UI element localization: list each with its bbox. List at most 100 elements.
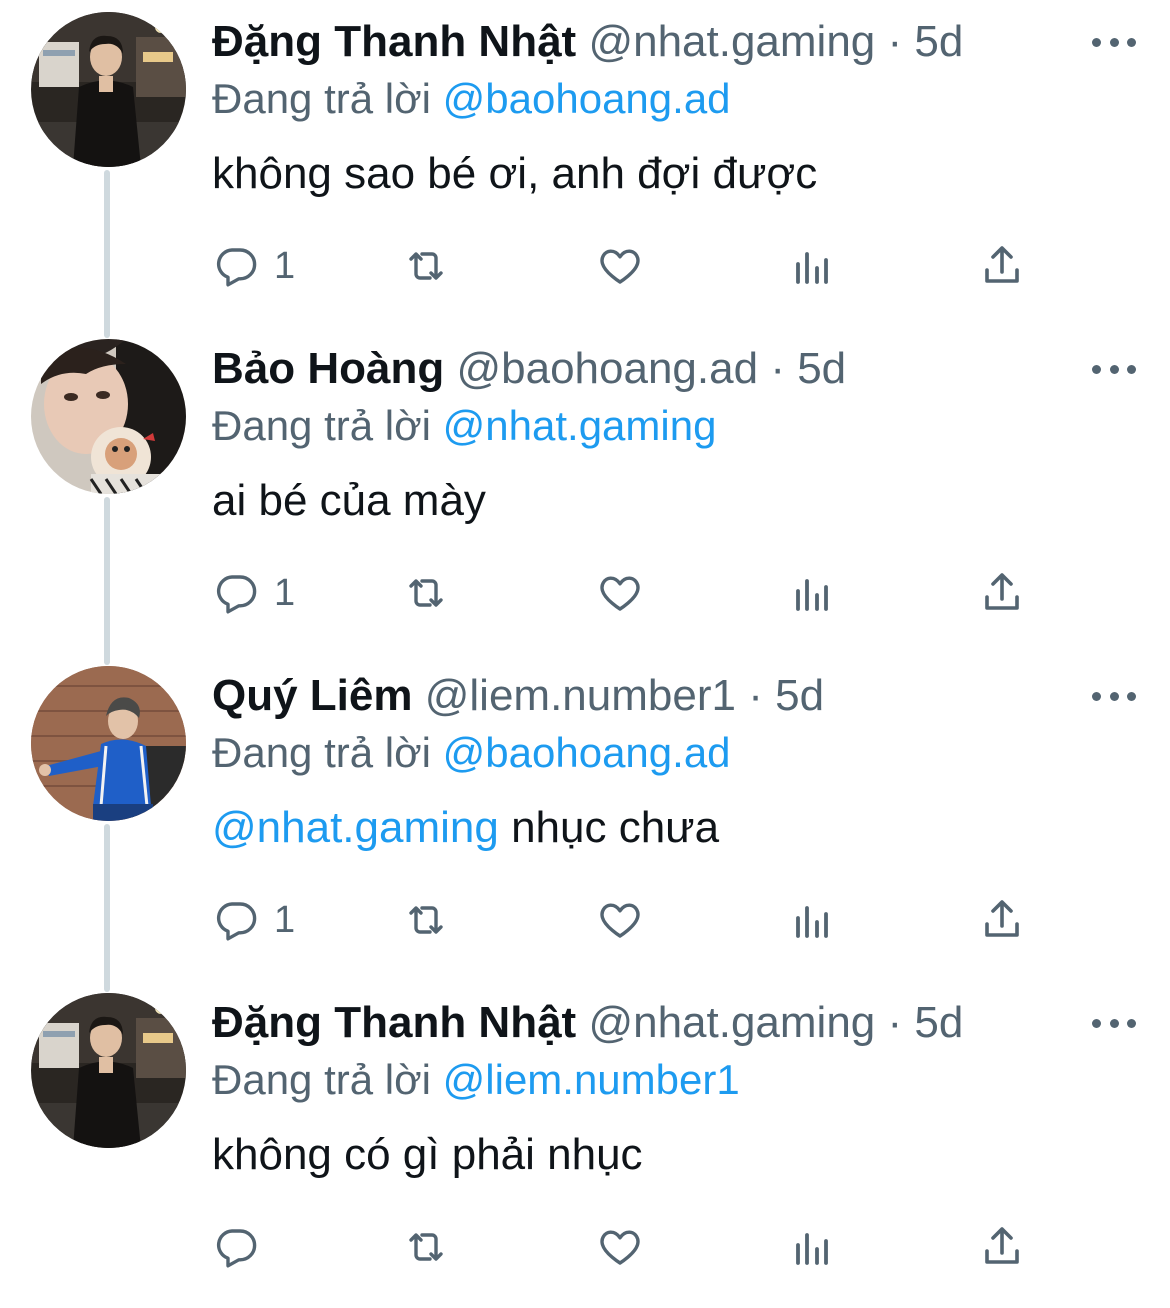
like-button[interactable] — [596, 890, 644, 950]
heart-icon — [600, 249, 640, 284]
replying-to: Đang trả lời @baohoang.ad — [212, 70, 731, 128]
action-bar: 1 — [212, 563, 1042, 623]
display-name[interactable]: Đặng Thanh Nhật — [212, 17, 576, 66]
avatar[interactable] — [31, 339, 186, 494]
views-button[interactable] — [788, 563, 836, 623]
views-button[interactable] — [788, 1217, 836, 1277]
more-dots-icon[interactable] — [1092, 30, 1136, 54]
tweet[interactable]: Bảo Hoàng @baohoang.ad · 5d Đang trả lời… — [0, 327, 1170, 654]
replying-to-link[interactable]: @nhat.gaming — [443, 402, 717, 449]
views-chart-icon — [796, 1233, 828, 1265]
heart-icon — [600, 1230, 640, 1265]
more-dots-icon[interactable] — [1092, 1011, 1136, 1035]
retweet-icon — [409, 579, 443, 607]
views-button[interactable] — [788, 890, 836, 950]
reply-button[interactable]: 1 — [212, 236, 295, 296]
views-chart-icon — [796, 252, 828, 284]
replying-to: Đang trả lời @nhat.gaming — [212, 397, 716, 455]
avatar[interactable] — [31, 12, 186, 167]
share-icon — [985, 246, 1019, 283]
separator-dot: · — [770, 344, 785, 393]
retweet-icon — [409, 1233, 443, 1261]
tweet[interactable]: Đặng Thanh Nhật @nhat.gaming · 5d Đang t… — [0, 0, 1170, 327]
retweet-button[interactable] — [402, 1217, 450, 1277]
replying-prefix: Đang trả lời — [212, 729, 431, 776]
timestamp[interactable]: 5d — [775, 671, 824, 720]
reply-icon — [216, 902, 257, 941]
share-icon — [985, 573, 1019, 610]
reply-count: 1 — [274, 571, 296, 614]
avatar[interactable] — [31, 666, 186, 821]
avatar-photo-street-night — [31, 993, 186, 1148]
retweet-button[interactable] — [402, 236, 450, 296]
retweet-button[interactable] — [402, 890, 450, 950]
tweet-text-content: nhục chưa — [498, 803, 720, 852]
heart-icon — [600, 903, 640, 938]
reply-icon — [216, 1229, 257, 1268]
share-button[interactable] — [978, 890, 1026, 950]
like-button[interactable] — [596, 563, 644, 623]
tweet[interactable]: Quý Liêm @liem.number1 · 5d Đang trả lời… — [0, 654, 1170, 981]
views-button[interactable] — [788, 236, 836, 296]
reply-count: 1 — [274, 244, 296, 287]
tweet-header: Đặng Thanh Nhật @nhat.gaming · 5d — [212, 995, 1140, 1051]
reply-button[interactable]: 1 — [212, 563, 295, 623]
display-name[interactable]: Quý Liêm — [212, 671, 413, 720]
share-button[interactable] — [978, 563, 1026, 623]
tweet-header: Bảo Hoàng @baohoang.ad · 5d — [212, 341, 1140, 397]
heart-icon — [600, 576, 640, 611]
replying-to-link[interactable]: @baohoang.ad — [443, 75, 731, 122]
avatar-photo-selfie — [31, 339, 186, 494]
user-handle[interactable]: @nhat.gaming — [588, 998, 875, 1047]
replying-to-link[interactable]: @baohoang.ad — [443, 729, 731, 776]
tweet-text: không có gì phải nhục — [212, 1125, 643, 1185]
avatar[interactable] — [31, 993, 186, 1148]
mention-link[interactable]: @nhat.gaming — [212, 803, 499, 852]
share-icon — [985, 900, 1019, 937]
reply-button[interactable] — [212, 1217, 274, 1277]
action-bar: 1 — [212, 236, 1042, 296]
user-handle[interactable]: @nhat.gaming — [588, 17, 875, 66]
display-name[interactable]: Đặng Thanh Nhật — [212, 998, 576, 1047]
retweet-button[interactable] — [402, 563, 450, 623]
tweet-text: không sao bé ơi, anh đợi được — [212, 144, 817, 204]
share-button[interactable] — [978, 1217, 1026, 1277]
share-icon — [985, 1227, 1019, 1264]
avatar-photo-street-night — [31, 12, 186, 167]
reply-thread: Đặng Thanh Nhật @nhat.gaming · 5d Đang t… — [0, 0, 1170, 1278]
reply-count: 1 — [274, 898, 296, 941]
tweet-header: Quý Liêm @liem.number1 · 5d — [212, 668, 1140, 724]
like-button[interactable] — [596, 1217, 644, 1277]
avatar-photo-blue-jacket — [31, 666, 186, 821]
replying-prefix: Đang trả lời — [212, 1056, 431, 1103]
separator-dot: · — [887, 17, 903, 66]
timestamp[interactable]: 5d — [797, 344, 846, 393]
more-dots-icon[interactable] — [1092, 684, 1136, 708]
display-name[interactable]: Bảo Hoàng — [212, 344, 444, 393]
separator-dot: · — [748, 671, 763, 720]
tweet-header: Đặng Thanh Nhật @nhat.gaming · 5d — [212, 14, 1140, 70]
user-handle[interactable]: @liem.number1 — [425, 671, 736, 720]
timestamp[interactable]: 5d — [914, 998, 963, 1047]
user-handle[interactable]: @baohoang.ad — [456, 344, 758, 393]
replying-to: Đang trả lời @liem.number1 — [212, 1051, 740, 1109]
timestamp[interactable]: 5d — [914, 17, 963, 66]
retweet-icon — [409, 906, 443, 934]
action-bar: 1 — [212, 890, 1042, 950]
more-dots-icon[interactable] — [1092, 357, 1136, 381]
reply-button[interactable]: 1 — [212, 890, 295, 950]
replying-to-link[interactable]: @liem.number1 — [443, 1056, 740, 1103]
tweet-text: ai bé của mày — [212, 471, 486, 531]
share-button[interactable] — [978, 236, 1026, 296]
like-button[interactable] — [596, 236, 644, 296]
views-chart-icon — [796, 579, 828, 611]
retweet-icon — [409, 252, 443, 280]
replying-prefix: Đang trả lời — [212, 75, 431, 122]
tweet-text-content: ai bé của mày — [212, 476, 486, 525]
reply-icon — [216, 248, 257, 287]
reply-icon — [216, 575, 257, 614]
separator-dot: · — [887, 998, 903, 1047]
replying-prefix: Đang trả lời — [212, 402, 431, 449]
replying-to: Đang trả lời @baohoang.ad — [212, 724, 731, 782]
tweet[interactable]: Đặng Thanh Nhật @nhat.gaming · 5d Đang t… — [0, 981, 1170, 1308]
